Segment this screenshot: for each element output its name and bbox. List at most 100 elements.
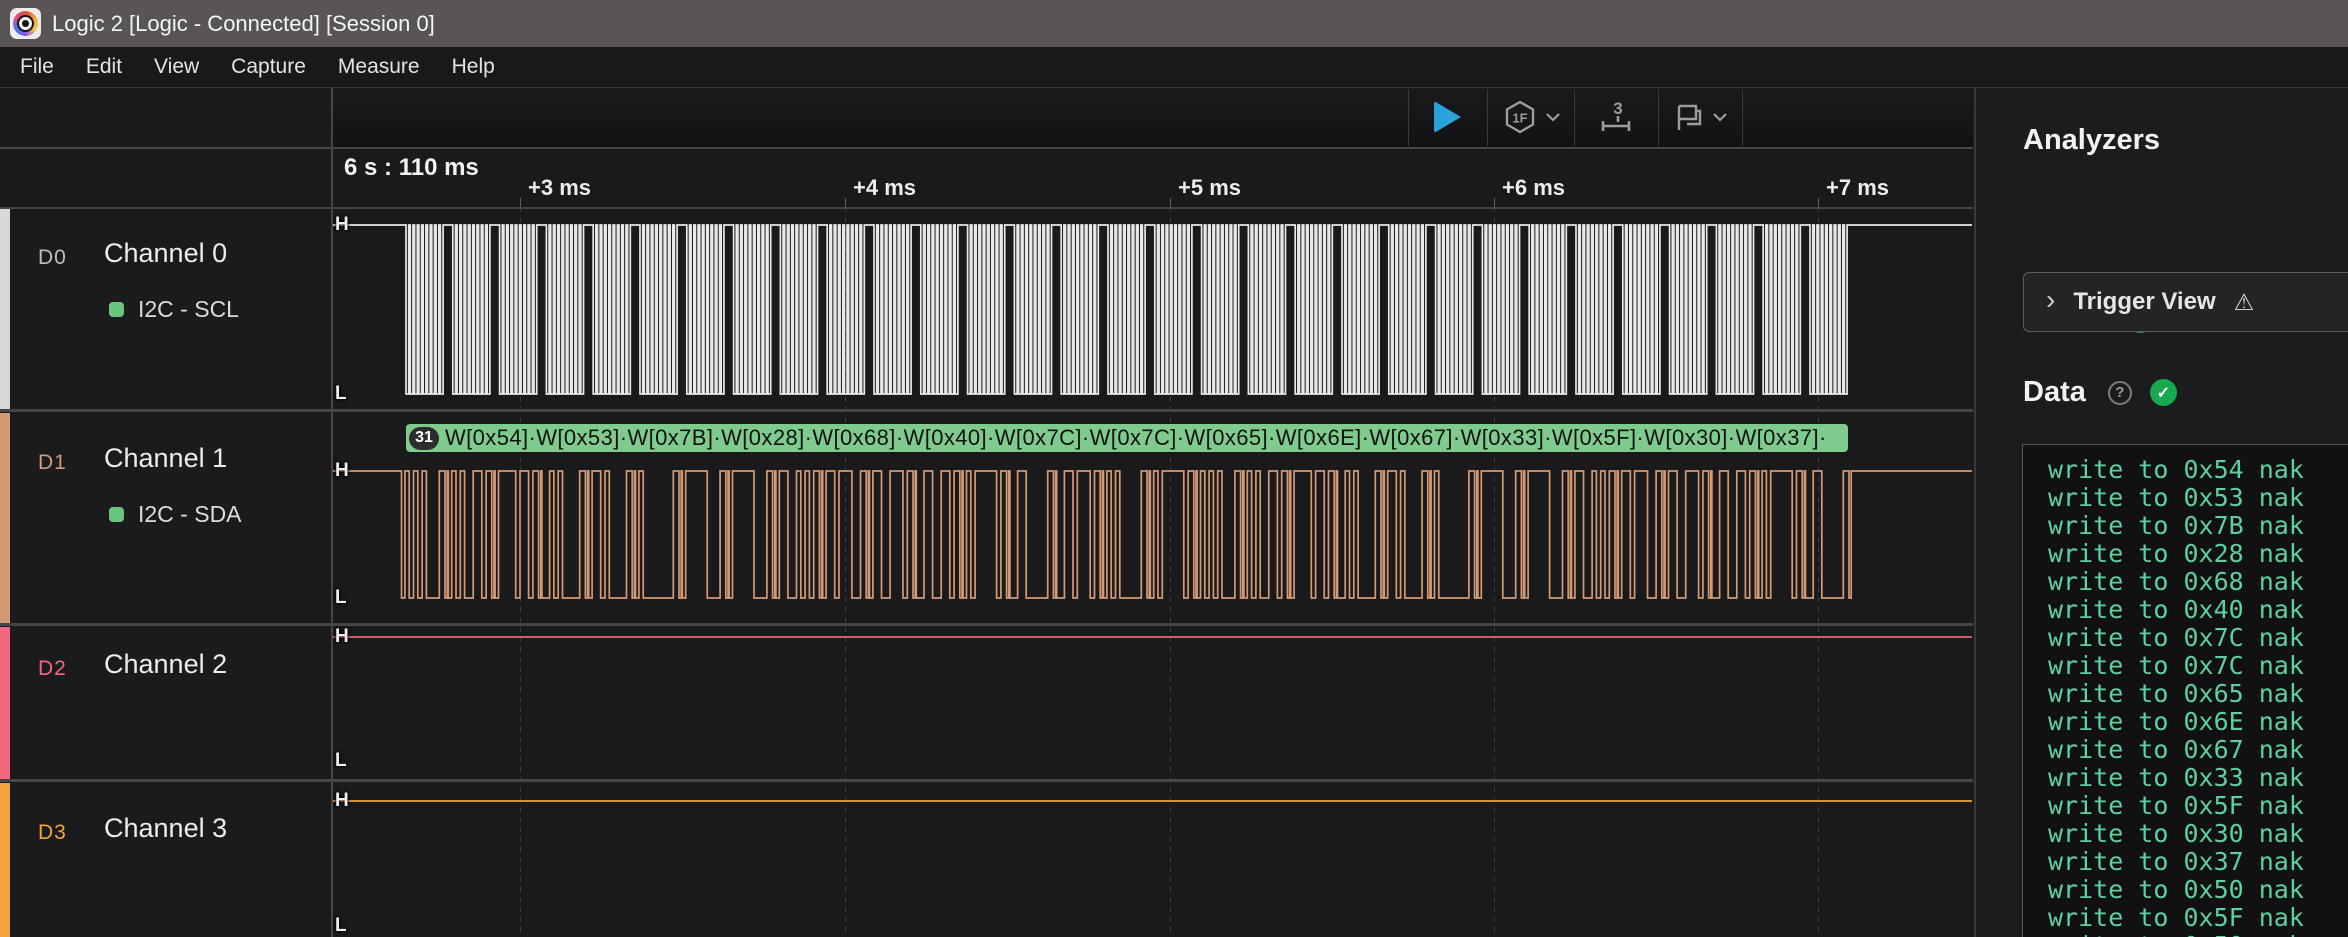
decoded-data-list[interactable]: write to 0x54 nakwrite to 0x53 nakwrite …: [2022, 444, 2348, 937]
flag-icon: [1673, 101, 1705, 133]
analyzer-name: I2C - SDA: [138, 501, 242, 528]
channel-color-strip: [0, 413, 10, 623]
analyzer-assignment[interactable]: I2C - SCL: [109, 296, 239, 323]
divider: [0, 207, 1973, 209]
data-row[interactable]: write to 0x5F nak: [2048, 904, 2348, 932]
channel-color-strip: [0, 783, 10, 937]
data-row[interactable]: write to 0x7C nak: [2048, 652, 2348, 680]
timeline-tick-mark: [845, 198, 846, 207]
trigger-view-label: Trigger View: [2073, 288, 2215, 316]
data-row[interactable]: write to 0x7C nak: [2048, 624, 2348, 652]
analyzer-name: I2C - SCL: [138, 296, 239, 323]
waveform-area[interactable]: 31 W[0x54]·W[0x53]·W[0x7B]·W[0x28]·W[0x6…: [332, 207, 1973, 937]
menu-item-edit[interactable]: Edit: [70, 47, 138, 87]
waveform-d0[interactable]: [332, 208, 1973, 409]
menu-item-measure[interactable]: Measure: [322, 47, 436, 87]
channel-id: D2: [38, 657, 67, 681]
data-row[interactable]: write to 0x40 nak: [2048, 596, 2348, 624]
ruler-3-icon: 3: [1597, 98, 1635, 136]
data-row[interactable]: write to 0x7B nak: [2048, 512, 2348, 540]
data-ok-check-icon: ✓: [2150, 379, 2177, 406]
channel-label-d2[interactable]: D2 Channel 2: [0, 627, 331, 779]
i2c-decode-bubble[interactable]: 31 W[0x54]·W[0x53]·W[0x7B]·W[0x28]·W[0x6…: [406, 424, 1848, 452]
titlebar[interactable]: Logic 2 [Logic - Connected] [Session 0]: [0, 0, 2348, 47]
channel-color-strip: [0, 627, 10, 779]
data-row[interactable]: write to 0x68 nak: [2048, 568, 2348, 596]
device-badge-text: 1F: [1512, 111, 1527, 126]
timeline-tick-label: +3 ms: [528, 175, 591, 201]
data-row[interactable]: write to 0x65 nak: [2048, 680, 2348, 708]
analyzer-assignment[interactable]: I2C - SDA: [109, 501, 242, 528]
logo-color-ring: [13, 11, 38, 36]
timing-markers-button[interactable]: 3: [1574, 88, 1658, 146]
data-row[interactable]: write to 0x53 nak: [2048, 484, 2348, 512]
level-marker-high: H: [335, 626, 349, 648]
channel-name: Channel 2: [104, 649, 227, 680]
level-marker-high: H: [335, 460, 349, 482]
data-row[interactable]: write to 0x50 nak: [2048, 876, 2348, 904]
channel-divider[interactable]: [0, 623, 1973, 626]
channel-divider[interactable]: [0, 779, 1973, 782]
timeline-origin-label: 6 s : 110 ms: [344, 154, 479, 182]
level-marker-low: L: [335, 915, 347, 937]
menubar: FileEditViewCaptureMeasureHelp: [0, 47, 2348, 88]
marker-badge-text: 3: [1613, 99, 1622, 118]
data-row[interactable]: write to 0x30 nak: [2048, 820, 2348, 848]
analyzer-dot-icon: [109, 507, 124, 522]
waveform-d3[interactable]: [332, 783, 1973, 937]
frame-count-badge: 31: [409, 427, 439, 450]
channel-name: Channel 1: [104, 443, 227, 474]
channel-label-d3[interactable]: D3 Channel 3: [0, 783, 331, 937]
data-row[interactable]: write to 0x37 nak: [2048, 848, 2348, 876]
help-icon[interactable]: ?: [2108, 381, 2132, 405]
logic2-window: Logic 2 [Logic - Connected] [Session 0] …: [0, 0, 2348, 937]
level-marker-high: H: [335, 790, 349, 812]
timeline-tick-mark: [1494, 198, 1495, 207]
timeline-tick-label: +4 ms: [853, 175, 916, 201]
timeline-tick-label: +7 ms: [1826, 175, 1889, 201]
start-capture-button[interactable]: [1408, 88, 1487, 146]
menu-item-help[interactable]: Help: [436, 47, 511, 87]
annotations-button[interactable]: [1658, 88, 1742, 146]
data-row[interactable]: write to 0x67 nak: [2048, 736, 2348, 764]
play-icon: [1434, 101, 1461, 133]
trigger-view-expander[interactable]: › Trigger View ⚠: [2023, 272, 2348, 332]
device-settings-button[interactable]: 1F: [1487, 88, 1574, 146]
channel-label-d1[interactable]: D1 Channel 1 I2C - SDA: [0, 413, 331, 623]
data-row[interactable]: write to 0x54 nak: [2048, 456, 2348, 484]
menu-item-file[interactable]: File: [4, 47, 70, 87]
hexagon-device-icon: 1F: [1502, 99, 1538, 135]
channel-id: D0: [38, 246, 67, 270]
window-title: Logic 2 [Logic - Connected] [Session 0]: [52, 11, 435, 37]
chevron-right-icon: ›: [2046, 286, 2055, 314]
timeline-tick-label: +6 ms: [1502, 175, 1565, 201]
logo-core: [19, 17, 32, 30]
menu-item-view[interactable]: View: [138, 47, 215, 87]
timeline-ruler[interactable]: 6 s : 110 ms +3 ms+4 ms+5 ms+6 ms+7 ms: [332, 147, 1973, 207]
timeline-tick-mark: [520, 198, 521, 207]
channel-divider[interactable]: [0, 409, 1973, 412]
data-row[interactable]: write to 0x6E nak: [2048, 708, 2348, 736]
data-row[interactable]: write to 0x33 nak: [2048, 764, 2348, 792]
decoded-bytes-text: W[0x54]·W[0x53]·W[0x7B]·W[0x28]·W[0x68]·…: [445, 425, 1827, 451]
waveform-d2[interactable]: [332, 627, 1973, 779]
data-row[interactable]: write to 0x5F nak: [2048, 792, 2348, 820]
channel-name: Channel 0: [104, 238, 227, 269]
channel-label-d0[interactable]: D0 Channel 0 I2C - SCL: [0, 208, 331, 409]
level-marker-low: L: [335, 750, 347, 772]
level-marker-low: L: [335, 383, 347, 405]
panel-divider[interactable]: [331, 88, 333, 937]
data-row[interactable]: write to 0x50 nak: [2048, 932, 2348, 937]
data-row[interactable]: write to 0x28 nak: [2048, 540, 2348, 568]
analyzers-sidebar: Analyzers I2C ✓ › Trigger View ⚠ Data ? …: [1976, 88, 2348, 937]
menu-item-capture[interactable]: Capture: [215, 47, 322, 87]
warning-icon: ⚠: [2234, 289, 2255, 316]
divider: [0, 147, 1973, 149]
app-logo-icon: [10, 8, 41, 39]
channel-color-strip: [0, 208, 10, 409]
data-title: Data: [2023, 376, 2086, 409]
toolbar-separator: [1742, 90, 1743, 146]
chevron-down-icon: [1546, 113, 1560, 122]
analyzer-dot-icon: [109, 302, 124, 317]
level-marker-low: L: [335, 587, 347, 609]
